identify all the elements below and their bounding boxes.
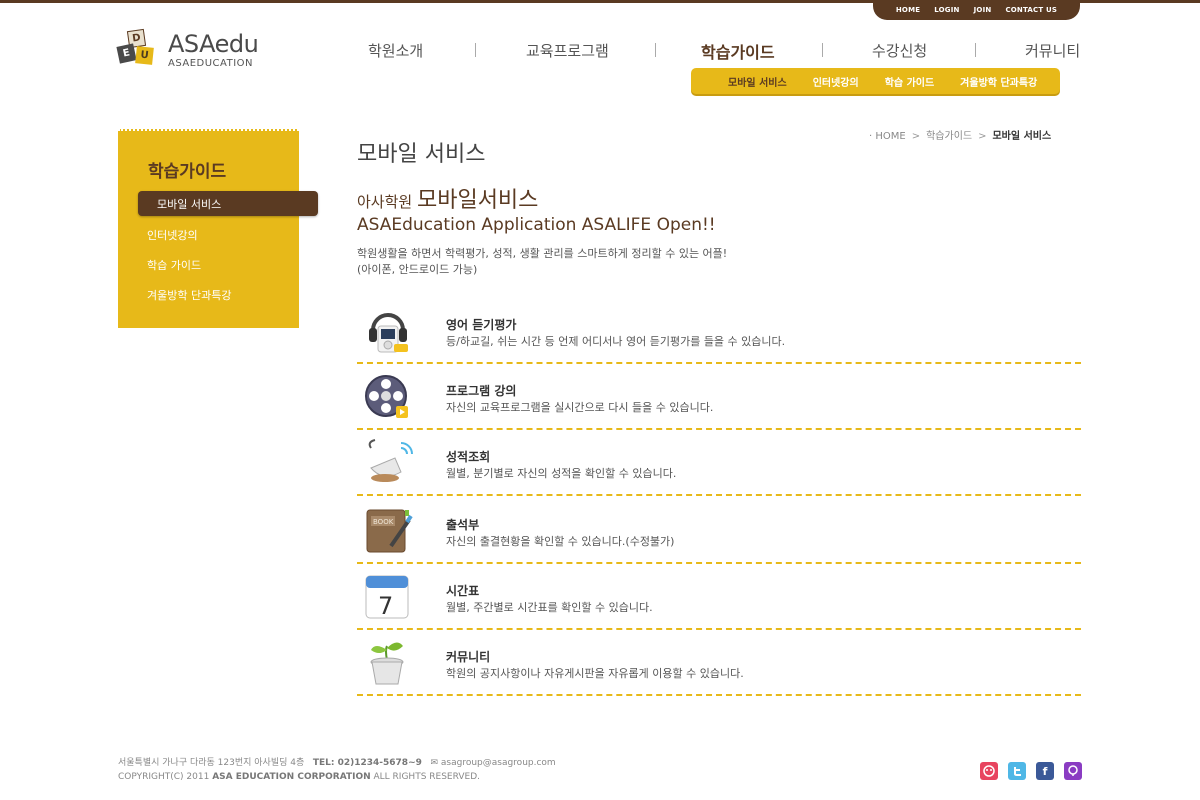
footer-email[interactable]: asagroup@asagroup.com bbox=[441, 758, 556, 768]
service-desc: 월별, 주간별로 시간표를 확인할 수 있습니다. bbox=[446, 601, 653, 614]
gnb-item-community[interactable]: 커뮤니티 bbox=[1025, 40, 1080, 62]
gnb-separator bbox=[475, 43, 476, 57]
gnb-item-guide[interactable]: 학습가이드 bbox=[701, 39, 775, 62]
gnb-item-programs[interactable]: 교육프로그램 bbox=[526, 40, 609, 62]
service-heading: 아사학원 모바일서비스 bbox=[357, 182, 538, 214]
gnb-separator bbox=[975, 43, 976, 57]
service-title: 커뮤니티 bbox=[446, 650, 491, 664]
service-title: 성적조회 bbox=[446, 450, 491, 464]
breadcrumb-current: 모바일 서비스 bbox=[992, 131, 1052, 142]
side-menu-item-study-guide[interactable]: 학습 가이드 bbox=[147, 257, 201, 273]
film-reel-icon bbox=[363, 372, 413, 422]
me2day-icon[interactable] bbox=[980, 762, 998, 780]
service-title: 프로그램 강의 bbox=[446, 384, 517, 398]
logo-block-u: U bbox=[135, 46, 154, 65]
intro-line-2: (아이폰, 안드로이드 가능) bbox=[357, 263, 478, 276]
breadcrumb: · HOME > 학습가이드 > 모바일 서비스 bbox=[869, 131, 1052, 142]
gnb-item-register[interactable]: 수강신청 bbox=[872, 40, 927, 62]
page-title: 모바일 서비스 bbox=[357, 142, 486, 167]
subnav-winter-course[interactable]: 겨울방학 단과특강 bbox=[947, 74, 1050, 89]
gnb-separator bbox=[655, 43, 656, 57]
footer-address-line: 서울특별시 가나구 다라동 123번지 아사빌딩 4층 TEL: 02)1234… bbox=[118, 756, 556, 770]
side-menu-item-online-lecture[interactable]: 인터넷강의 bbox=[147, 227, 198, 243]
side-menu-item-winter-course[interactable]: 겨울방학 단과특강 bbox=[147, 287, 231, 303]
side-menu-item-mobile[interactable]: 모바일 서비스 bbox=[138, 191, 318, 216]
twitter-icon[interactable] bbox=[1008, 762, 1026, 780]
mail-icon: ✉ bbox=[430, 758, 439, 768]
util-join-link[interactable]: JOIN bbox=[974, 6, 992, 14]
yozm-icon[interactable] bbox=[1064, 762, 1082, 780]
service-desc: 등/하교길, 쉬는 시간 등 언제 어디서나 영어 듣기평가를 들을 수 있습니… bbox=[446, 335, 786, 348]
util-home-link[interactable]: HOME bbox=[896, 6, 920, 14]
side-menu-title: 학습가이드 bbox=[148, 162, 227, 182]
notebook-icon: BOOK bbox=[363, 506, 413, 556]
sub-nav-bar: 모바일 서비스 인터넷강의 학습 가이드 겨울방학 단과특강 bbox=[691, 68, 1060, 94]
service-title: 출석부 bbox=[446, 518, 480, 532]
calendar-icon: 7 bbox=[363, 572, 413, 622]
util-contact-link[interactable]: CONTACT US bbox=[1005, 6, 1057, 14]
footer-copyright: COPYRIGHT(C) 2011 ASA EDUCATION CORPORAT… bbox=[118, 772, 481, 782]
subnav-mobile[interactable]: 모바일 서비스 bbox=[715, 74, 800, 89]
gnb-item-about[interactable]: 학원소개 bbox=[368, 40, 423, 62]
subnav-online-lecture[interactable]: 인터넷강의 bbox=[800, 74, 872, 89]
sprout-pot-icon bbox=[363, 638, 413, 688]
scale-icon bbox=[363, 438, 413, 488]
service-item-community: 커뮤니티 학원의 공지사항이나 자유게시판을 자유롭게 이용할 수 있습니다. bbox=[357, 630, 1081, 696]
service-heading-main: 모바일서비스 bbox=[416, 188, 539, 213]
logo-block-e: E bbox=[116, 43, 137, 64]
subnav-study-guide[interactable]: 학습 가이드 bbox=[872, 74, 947, 89]
service-desc: 월별, 분기별로 자신의 성적을 확인할 수 있습니다. bbox=[446, 467, 677, 480]
svg-text:BOOK: BOOK bbox=[373, 518, 394, 526]
gnb-separator bbox=[822, 43, 823, 57]
logo[interactable]: D E U ASAedu ASAEDUCATION bbox=[116, 28, 278, 74]
logo-sub: ASAEDUCATION bbox=[168, 58, 254, 69]
footer: 서울특별시 가나구 다라동 123번지 아사빌딩 4층 TEL: 02)1234… bbox=[118, 756, 556, 784]
service-desc: 학원의 공지사항이나 자유게시판을 자유롭게 이용할 수 있습니다. bbox=[446, 667, 744, 680]
utility-nav: HOME LOGIN JOIN CONTACT US bbox=[873, 0, 1080, 20]
service-desc: 자신의 출결현황을 확인할 수 있습니다.(수정불가) bbox=[446, 535, 675, 548]
service-desc: 자신의 교육프로그램을 실시간으로 다시 들을 수 있습니다. bbox=[446, 401, 714, 414]
app-heading: ASAEducation Application ASALIFE Open!! bbox=[357, 215, 716, 235]
intro-description: 학원생활을 하면서 학력평가, 성적, 생활 관리를 스마트하게 정리할 수 있… bbox=[357, 246, 727, 278]
footer-address: 서울특별시 가나구 다라동 123번지 아사빌딩 4층 bbox=[118, 758, 305, 768]
breadcrumb-home[interactable]: · HOME bbox=[869, 131, 906, 142]
svg-text:7: 7 bbox=[378, 592, 393, 620]
breadcrumb-guide[interactable]: 학습가이드 bbox=[926, 131, 972, 142]
service-item-program: 프로그램 강의 자신의 교육프로그램을 실시간으로 다시 들을 수 있습니다. bbox=[357, 364, 1081, 430]
service-heading-prefix: 아사학원 bbox=[357, 193, 417, 211]
headphones-mp3-icon bbox=[363, 306, 413, 356]
service-item-listening: 영어 듣기평가 등/하교길, 쉬는 시간 등 언제 어디서나 영어 듣기평가를 … bbox=[357, 298, 1081, 364]
facebook-icon[interactable]: f bbox=[1036, 762, 1054, 780]
intro-line-1: 학원생활을 하면서 학력평가, 성적, 생활 관리를 스마트하게 정리할 수 있… bbox=[357, 247, 728, 260]
service-item-attendance: BOOK 출석부 자신의 출결현황을 확인할 수 있습니다.(수정불가) bbox=[357, 498, 1081, 564]
footer-tel: TEL: 02)1234-5678~9 bbox=[312, 758, 422, 768]
service-item-timetable: 7 시간표 월별, 주간별로 시간표를 확인할 수 있습니다. bbox=[357, 564, 1081, 630]
service-title: 시간표 bbox=[446, 584, 480, 598]
service-item-grades: 성적조회 월별, 분기별로 자신의 성적을 확인할 수 있습니다. bbox=[357, 430, 1081, 496]
logo-name: ASAedu bbox=[168, 30, 259, 58]
service-title: 영어 듣기평가 bbox=[446, 318, 517, 332]
util-login-link[interactable]: LOGIN bbox=[934, 6, 959, 14]
side-menu: 학습가이드 모바일 서비스 인터넷강의 학습 가이드 겨울방학 단과특강 bbox=[118, 129, 318, 328]
